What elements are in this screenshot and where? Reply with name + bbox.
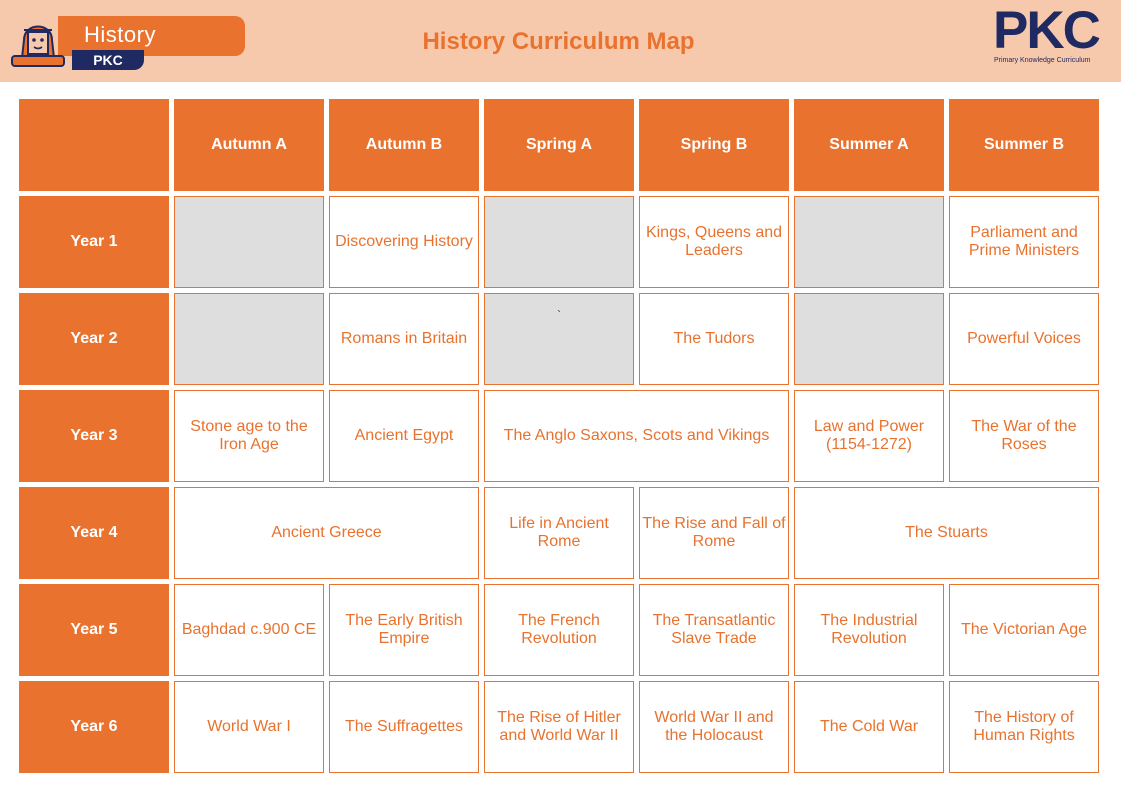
empty-cell bbox=[794, 196, 944, 288]
topic-cell: Romans in Britain bbox=[329, 293, 479, 385]
topic-cell: The Rise and Fall of Rome bbox=[639, 487, 789, 579]
logo-subtitle: Primary Knowledge Curriculum bbox=[994, 57, 1091, 64]
topic-cell: The War of the Roses bbox=[949, 390, 1099, 482]
column-header: Summer A bbox=[794, 99, 944, 191]
topic-cell: Parliament and Prime Ministers bbox=[949, 196, 1099, 288]
topic-cell: World War II and the Holocaust bbox=[639, 681, 789, 773]
topic-cell: The French Revolution bbox=[484, 584, 634, 676]
empty-cell bbox=[794, 293, 944, 385]
topic-cell: The Suffragettes bbox=[329, 681, 479, 773]
topic-cell: The Tudors bbox=[639, 293, 789, 385]
topic-cell: The Cold War bbox=[794, 681, 944, 773]
empty-cell-mark: ` bbox=[484, 293, 634, 385]
row-header: Year 4 bbox=[19, 487, 169, 579]
empty-cell bbox=[484, 196, 634, 288]
empty-cell bbox=[174, 196, 324, 288]
topic-cell: The Rise of Hitler and World War II bbox=[484, 681, 634, 773]
topic-cell: The Stuarts bbox=[794, 487, 1099, 579]
topic-cell: Ancient Egypt bbox=[329, 390, 479, 482]
column-header: Autumn B bbox=[329, 99, 479, 191]
topic-cell: Law and Power (1154-1272) bbox=[794, 390, 944, 482]
topic-cell: World War I bbox=[174, 681, 324, 773]
topic-cell: The Early British Empire bbox=[329, 584, 479, 676]
empty-cell bbox=[174, 293, 324, 385]
column-header: Spring B bbox=[639, 99, 789, 191]
column-header: Spring A bbox=[484, 99, 634, 191]
topic-cell: Discovering History bbox=[329, 196, 479, 288]
topic-cell: The Victorian Age bbox=[949, 584, 1099, 676]
page-header: History PKC History Curriculum Map PKC P… bbox=[0, 0, 1121, 82]
curriculum-table: Autumn A Autumn B Spring A Spring B Summ… bbox=[19, 99, 1099, 773]
row-header: Year 1 bbox=[19, 196, 169, 288]
column-header: Summer B bbox=[949, 99, 1099, 191]
topic-cell: The Transatlantic Slave Trade bbox=[639, 584, 789, 676]
pkc-logo: PKC Primary Knowledge Curriculum bbox=[990, 1, 1110, 74]
topic-cell: The History of Human Rights bbox=[949, 681, 1099, 773]
row-header: Year 2 bbox=[19, 293, 169, 385]
row-header: Year 3 bbox=[19, 390, 169, 482]
column-header: Autumn A bbox=[174, 99, 324, 191]
row-header: Year 5 bbox=[19, 584, 169, 676]
topic-cell: Stone age to the Iron Age bbox=[174, 390, 324, 482]
row-header: Year 6 bbox=[19, 681, 169, 773]
topic-cell: Ancient Greece bbox=[174, 487, 479, 579]
topic-cell: The Anglo Saxons, Scots and Vikings bbox=[484, 390, 789, 482]
topic-cell: The Industrial Revolution bbox=[794, 584, 944, 676]
topic-cell: Powerful Voices bbox=[949, 293, 1099, 385]
logo-text: PKC bbox=[993, 1, 1101, 60]
topic-cell: Life in Ancient Rome bbox=[484, 487, 634, 579]
corner-cell bbox=[19, 99, 169, 191]
topic-cell: Kings, Queens and Leaders bbox=[639, 196, 789, 288]
topic-cell: Baghdad c.900 CE bbox=[174, 584, 324, 676]
page-title: History Curriculum Map bbox=[422, 28, 695, 55]
